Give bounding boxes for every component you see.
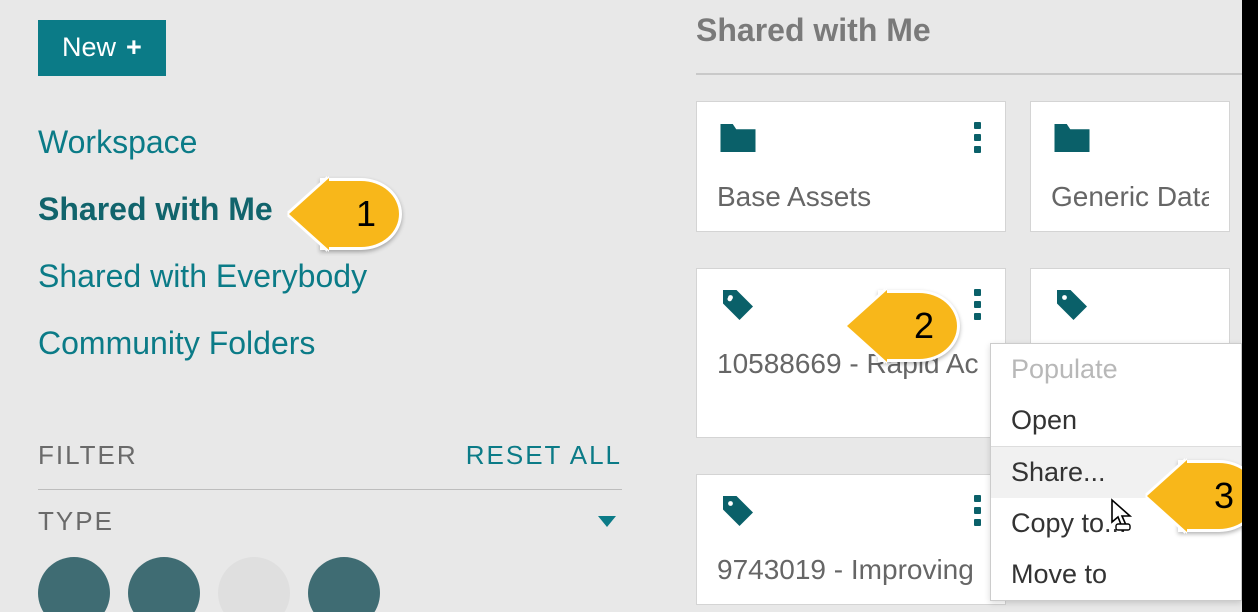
new-button[interactable]: New + bbox=[38, 20, 166, 76]
plus-icon: + bbox=[126, 34, 142, 61]
context-menu: Populate Open Share... Copy to... Move t… bbox=[990, 343, 1242, 601]
nav-item-workspace[interactable]: Workspace bbox=[38, 124, 622, 161]
cursor-icon bbox=[1108, 498, 1138, 537]
kebab-icon[interactable] bbox=[970, 287, 985, 322]
menu-item-move-to[interactable]: Move to bbox=[991, 549, 1241, 600]
kebab-icon[interactable] bbox=[970, 120, 985, 155]
type-option-1[interactable] bbox=[38, 557, 110, 612]
menu-item-share[interactable]: Share... bbox=[991, 447, 1241, 498]
kebab-icon[interactable] bbox=[970, 493, 985, 528]
nav-item-label: Shared with Everybody bbox=[38, 258, 367, 295]
menu-item-open[interactable]: Open bbox=[991, 395, 1241, 446]
filter-label: FILTER bbox=[38, 440, 138, 471]
item-card[interactable]: 9743019 - Improving bbox=[696, 474, 1006, 605]
reset-all-link[interactable]: RESET ALL bbox=[466, 440, 622, 471]
chevron-down-icon bbox=[598, 516, 616, 527]
screenshot-edge bbox=[1242, 0, 1258, 612]
nav-item-label: Shared with Me bbox=[38, 191, 273, 228]
tag-icon bbox=[1051, 287, 1093, 328]
folder-card[interactable]: Base Assets bbox=[696, 101, 1006, 232]
divider bbox=[38, 489, 622, 490]
tag-icon bbox=[717, 493, 759, 534]
type-filter-options bbox=[38, 557, 622, 612]
folder-icon bbox=[1051, 120, 1093, 161]
item-card[interactable]: 10588669 - Rapid Ac bbox=[696, 268, 1006, 438]
type-option-4[interactable] bbox=[308, 557, 380, 612]
nav-item-community-folders[interactable]: Community Folders bbox=[38, 325, 622, 362]
type-row[interactable]: TYPE bbox=[38, 506, 622, 537]
tag-icon bbox=[717, 287, 759, 328]
folder-name: Generic Datas bbox=[1051, 181, 1209, 213]
folder-icon bbox=[717, 120, 759, 161]
new-button-label: New bbox=[62, 32, 116, 63]
nav-item-shared-with-me[interactable]: Shared with Me bbox=[38, 191, 622, 228]
type-label: TYPE bbox=[38, 506, 114, 537]
nav-item-shared-with-everybody[interactable]: Shared with Everybody bbox=[38, 258, 622, 295]
menu-item-populate: Populate bbox=[991, 344, 1241, 395]
nav-item-label: Workspace bbox=[38, 124, 197, 161]
item-name: 9743019 - Improving bbox=[717, 554, 985, 586]
type-option-2[interactable] bbox=[128, 557, 200, 612]
type-option-3[interactable] bbox=[218, 557, 290, 612]
sidebar: New + Workspace Shared with Me Shared wi… bbox=[0, 0, 660, 612]
divider bbox=[696, 73, 1256, 75]
folder-name: Base Assets bbox=[717, 181, 985, 213]
folder-card[interactable]: Generic Datas bbox=[1030, 101, 1230, 232]
filter-section: FILTER RESET ALL TYPE bbox=[38, 440, 622, 612]
page-title: Shared with Me bbox=[696, 12, 1258, 49]
item-name: 10588669 - Rapid Ac bbox=[717, 348, 985, 380]
folder-row: Base Assets Generic Datas bbox=[696, 101, 1258, 232]
nav-item-label: Community Folders bbox=[38, 325, 315, 362]
nav-list: Workspace Shared with Me Shared with Eve… bbox=[38, 124, 622, 362]
